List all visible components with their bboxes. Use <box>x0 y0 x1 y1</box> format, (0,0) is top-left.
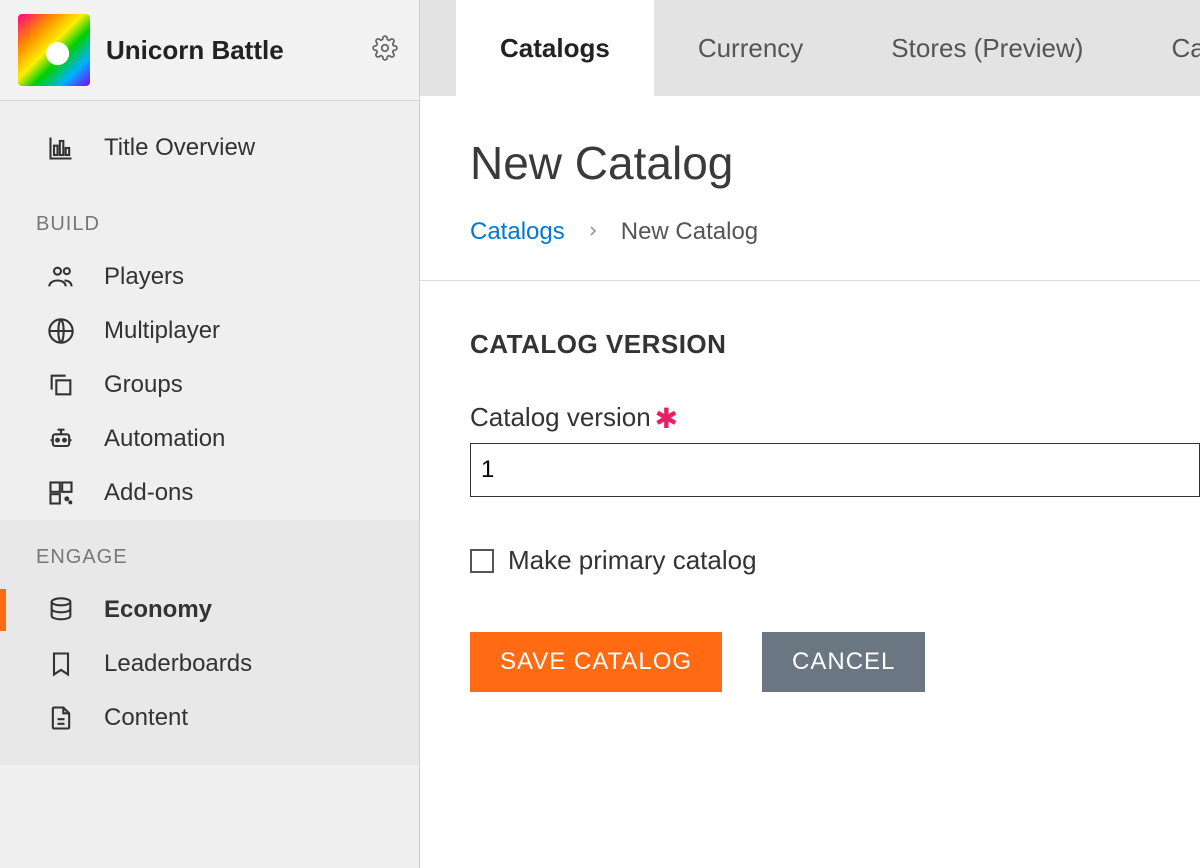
settings-button[interactable] <box>371 36 399 64</box>
sidebar-item-label: Multiplayer <box>104 317 220 345</box>
field-label-catalog-version: Catalog version✱ <box>470 400 1200 433</box>
label-text: Catalog version <box>470 402 651 432</box>
breadcrumb-current: New Catalog <box>621 218 758 246</box>
robot-icon <box>46 424 76 454</box>
breadcrumb-parent-link[interactable]: Catalogs <box>470 218 565 246</box>
chevron-right-icon <box>585 218 601 246</box>
sidebar-item-title-overview[interactable]: Title Overview <box>0 109 419 187</box>
cancel-button[interactable]: CANCEL <box>762 632 925 692</box>
sidebar-engage-block: ENGAGE Economy Leaderboards <box>0 520 419 765</box>
sidebar-header: Unicorn Battle <box>0 0 419 101</box>
field-catalog-version: Catalog version✱ <box>470 400 1200 497</box>
file-icon <box>46 703 76 733</box>
main-content: Catalogs Currency Stores (Preview) Cata … <box>420 0 1200 868</box>
tab-cata-truncated[interactable]: Cata <box>1127 0 1200 96</box>
sidebar-nav: Title Overview BUILD Players Multiplayer <box>0 101 419 765</box>
sidebar-section-build: BUILD <box>0 187 419 250</box>
checkbox-icon[interactable] <box>470 549 494 573</box>
page-title: New Catalog <box>470 136 1200 190</box>
sidebar-section-engage: ENGAGE <box>0 520 419 583</box>
tab-stores-preview[interactable]: Stores (Preview) <box>847 0 1127 96</box>
tab-bar: Catalogs Currency Stores (Preview) Cata <box>420 0 1200 96</box>
page-body: New Catalog Catalogs New Catalog CATALOG… <box>420 96 1200 692</box>
tab-label: Catalogs <box>500 33 610 64</box>
tab-currency[interactable]: Currency <box>654 0 847 96</box>
sidebar-item-players[interactable]: Players <box>0 250 419 304</box>
sidebar-item-label: Content <box>104 704 188 732</box>
action-buttons: SAVE CATALOG CANCEL <box>470 632 1200 692</box>
tab-catalogs[interactable]: Catalogs <box>456 0 654 96</box>
users-icon <box>46 262 76 292</box>
checkbox-label: Make primary catalog <box>508 545 757 576</box>
app-title: Unicorn Battle <box>106 35 355 66</box>
app-root: Unicorn Battle Title Overview BUILD <box>0 0 1200 868</box>
tab-label: Stores (Preview) <box>891 33 1083 64</box>
catalog-version-input[interactable] <box>470 443 1200 497</box>
globe-icon <box>46 316 76 346</box>
breadcrumb: Catalogs New Catalog <box>470 218 1200 246</box>
sidebar-item-label: Automation <box>104 425 225 453</box>
app-logo <box>18 14 90 86</box>
sidebar-item-label: Add-ons <box>104 479 193 507</box>
make-primary-checkbox-row[interactable]: Make primary catalog <box>470 545 1200 576</box>
copy-icon <box>46 370 76 400</box>
section-heading: CATALOG VERSION <box>470 329 1200 360</box>
sidebar-item-content[interactable]: Content <box>0 691 419 745</box>
tab-label: Cata <box>1171 33 1200 64</box>
bar-chart-icon <box>46 133 76 163</box>
sidebar-item-groups[interactable]: Groups <box>0 358 419 412</box>
database-icon <box>46 595 76 625</box>
sidebar-item-label: Economy <box>104 596 212 624</box>
sidebar-item-label: Leaderboards <box>104 650 252 678</box>
sidebar-item-economy[interactable]: Economy <box>0 583 419 637</box>
sidebar-item-label: Title Overview <box>104 134 255 162</box>
bookmark-icon <box>46 649 76 679</box>
sidebar-item-automation[interactable]: Automation <box>0 412 419 466</box>
gear-icon <box>372 35 398 66</box>
required-icon: ✱ <box>655 403 678 434</box>
sidebar-item-multiplayer[interactable]: Multiplayer <box>0 304 419 358</box>
sidebar-item-leaderboards[interactable]: Leaderboards <box>0 637 419 691</box>
tab-label: Currency <box>698 33 803 64</box>
sidebar: Unicorn Battle Title Overview BUILD <box>0 0 420 868</box>
sidebar-item-label: Groups <box>104 371 183 399</box>
sidebar-item-label: Players <box>104 263 184 291</box>
save-catalog-button[interactable]: SAVE CATALOG <box>470 632 722 692</box>
grid-icon <box>46 478 76 508</box>
divider <box>420 280 1200 281</box>
sidebar-item-addons[interactable]: Add-ons <box>0 466 419 520</box>
